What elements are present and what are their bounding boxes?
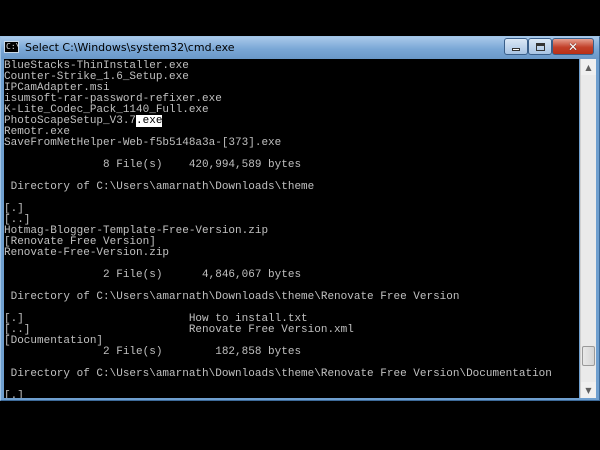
console-line[interactable]: Directory of C:\Users\amarnath\Downloads… bbox=[4, 292, 460, 303]
maximize-button[interactable] bbox=[528, 38, 552, 55]
console-line[interactable]: Directory of C:\Users\amarnath\Downloads… bbox=[4, 369, 552, 380]
vertical-scrollbar[interactable]: ▲ ▼ bbox=[580, 59, 596, 398]
console-line[interactable]: SaveFromNetHelper-Web-f5b5148a3a-[373].e… bbox=[4, 138, 281, 149]
scroll-up-arrow-icon[interactable]: ▲ bbox=[581, 59, 596, 75]
console-line[interactable]: 2 File(s) 4,846,067 bytes bbox=[4, 270, 301, 281]
close-icon: ✕ bbox=[567, 39, 579, 54]
console-line[interactable]: Renovate-Free-Version.zip bbox=[4, 248, 169, 259]
scroll-thumb[interactable] bbox=[582, 346, 595, 366]
screen-background: C:\ Select C:\Windows\system32\cmd.exe ✕… bbox=[0, 0, 600, 450]
console-line[interactable]: 8 File(s) 420,994,589 bytes bbox=[4, 160, 301, 171]
scroll-track[interactable] bbox=[581, 75, 596, 382]
console-line[interactable]: 2 File(s) 182,858 bytes bbox=[4, 347, 301, 358]
cmd-window[interactable]: C:\ Select C:\Windows\system32\cmd.exe ✕… bbox=[0, 36, 600, 401]
close-button[interactable]: ✕ bbox=[552, 38, 594, 55]
selected-text[interactable]: .exe bbox=[136, 115, 163, 127]
console-output[interactable]: BlueStacks-ThinInstaller.exe Counter-Str… bbox=[4, 59, 579, 398]
window-title: Select C:\Windows\system32\cmd.exe bbox=[25, 41, 235, 54]
minimize-icon bbox=[512, 48, 520, 51]
scroll-down-arrow-icon[interactable]: ▼ bbox=[581, 382, 596, 398]
console-line[interactable]: [.] bbox=[4, 391, 24, 399]
maximize-icon bbox=[535, 42, 545, 51]
title-bar[interactable]: C:\ Select C:\Windows\system32\cmd.exe ✕ bbox=[1, 37, 599, 59]
console-line[interactable]: Directory of C:\Users\amarnath\Downloads… bbox=[4, 182, 315, 193]
minimize-button[interactable] bbox=[504, 38, 528, 55]
cmd-console-icon[interactable]: C:\ bbox=[4, 41, 19, 53]
